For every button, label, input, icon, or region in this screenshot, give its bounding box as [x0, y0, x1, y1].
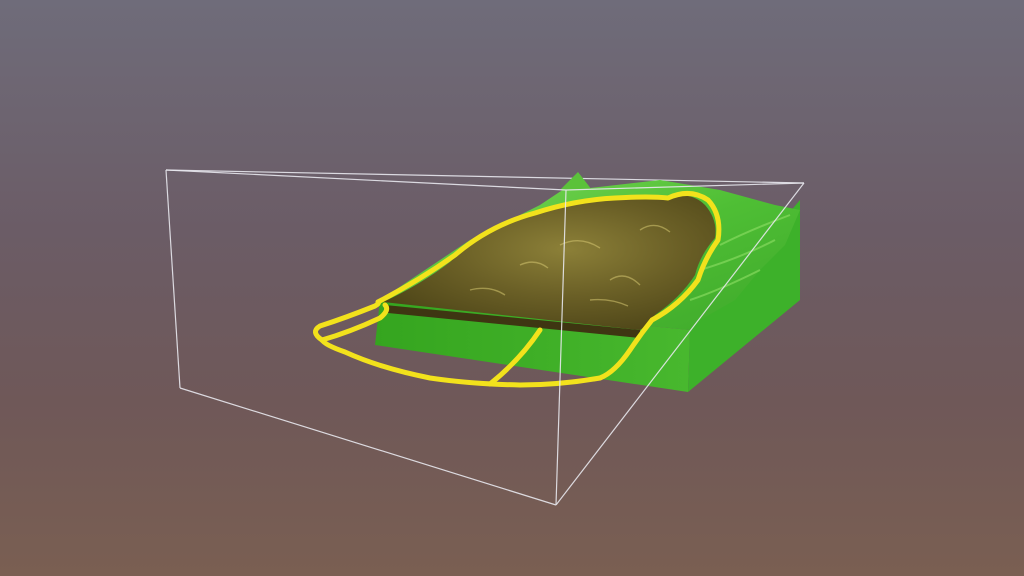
3d-model-viewport[interactable] [0, 0, 1024, 576]
terrain-peak [560, 172, 592, 190]
3d-scene[interactable] [0, 0, 1024, 576]
